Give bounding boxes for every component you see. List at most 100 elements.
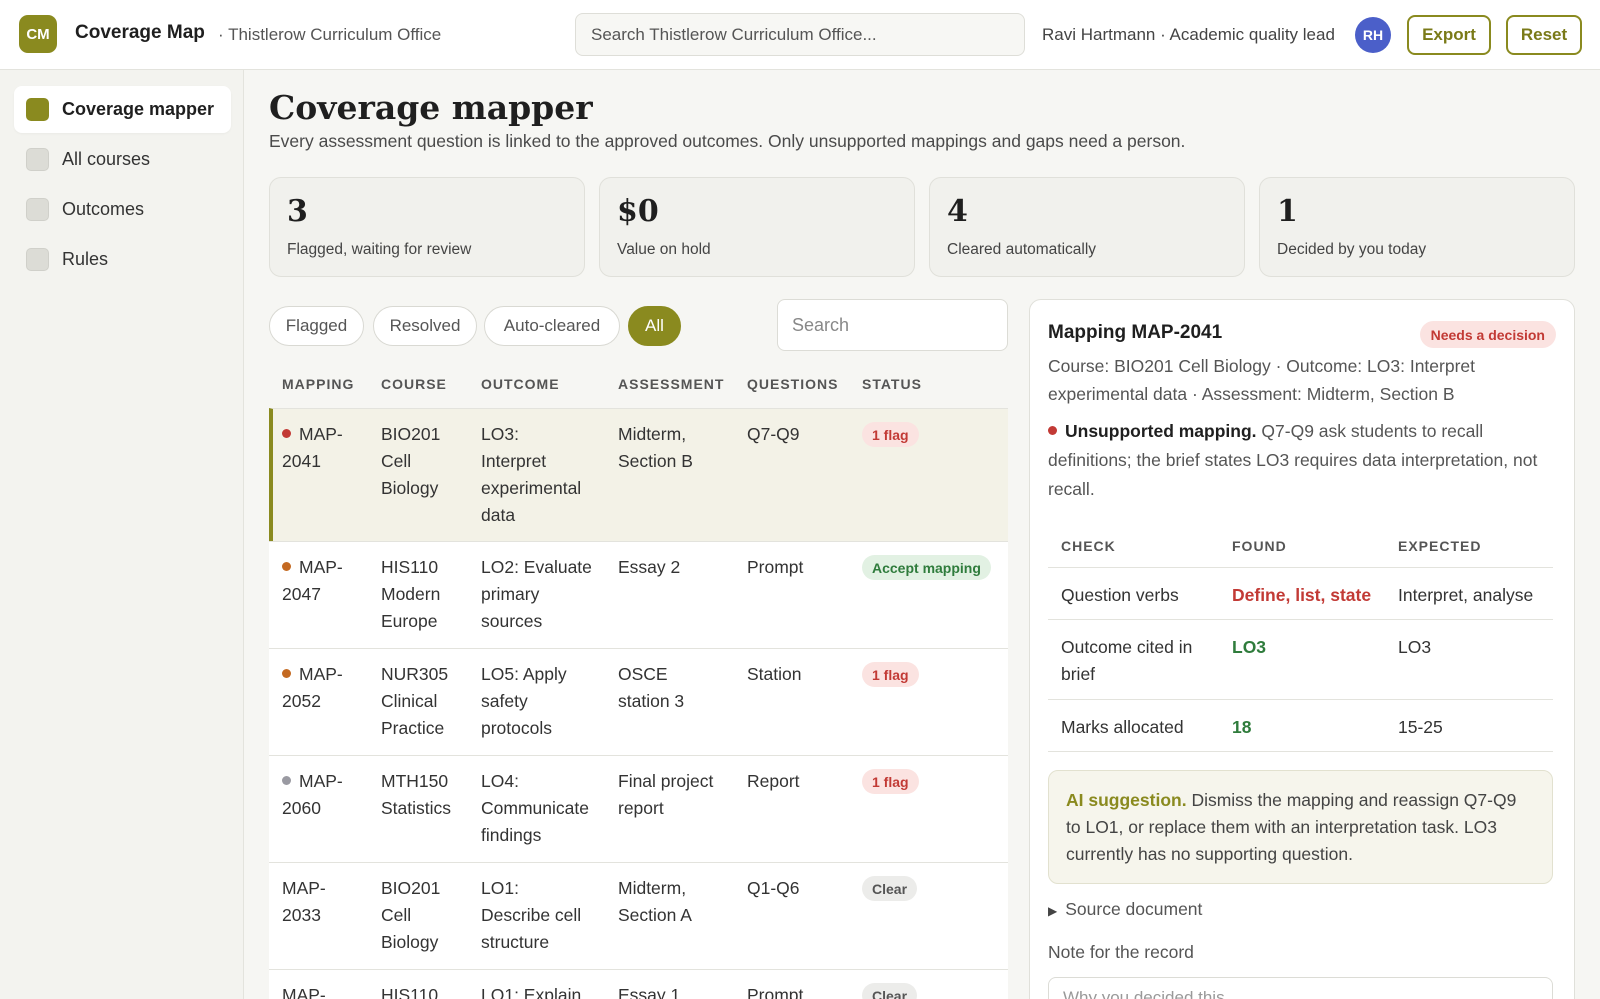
outcome-cell-text: LO4: Communicate findings — [481, 771, 589, 845]
mapping-id-text: MAP- — [282, 985, 326, 999]
sidebar-item-all-courses[interactable]: All courses — [14, 136, 231, 183]
check-expected: Interpret, analyse — [1398, 585, 1534, 605]
alert-dot-icon — [1048, 426, 1057, 435]
assessment-cell-text: OSCE station 3 — [618, 664, 685, 711]
column-header-status[interactable]: STATUS — [862, 376, 922, 392]
check-name: Outcome cited in brief — [1061, 637, 1193, 684]
column-header-course[interactable]: COURSE — [381, 376, 447, 392]
sidebar-item-rules[interactable]: Rules — [14, 236, 231, 283]
stat-label: Decided by you today — [1277, 241, 1427, 258]
ai-suggestion-label: AI suggestion. — [1066, 790, 1187, 810]
note-label: Note for the record — [1048, 942, 1194, 962]
questions-cell: Q7-Q9 — [747, 421, 847, 448]
questions-cell: Station — [747, 661, 847, 688]
avatar[interactable]: RH — [1355, 17, 1391, 53]
stat-label: Cleared automatically — [947, 241, 1097, 258]
stat-label: Value on hold — [617, 241, 711, 258]
outcome-cell: LO1: Describe cell structure — [481, 875, 611, 956]
outcome-cell-text: LO1: Describe cell structure — [481, 878, 582, 952]
status-dot-icon — [282, 429, 291, 438]
filter-all[interactable]: All — [628, 306, 681, 346]
check-expected: LO3 — [1398, 637, 1432, 657]
questions-cell-text: Station — [747, 664, 802, 684]
status-badge: Clear — [862, 983, 918, 999]
outcome-cell-text: LO5: Apply safety protocols — [481, 664, 567, 738]
sidebar-item-label: Coverage mapper — [62, 99, 215, 119]
reset-button[interactable]: Reset — [1506, 15, 1582, 55]
global-search-input[interactable]: Search Thistlerow Curriculum Office... — [575, 13, 1025, 56]
assessment-cell-text: Essay 1 — [618, 985, 681, 999]
column-header-assessment[interactable]: ASSESSMENT — [618, 376, 724, 392]
stat-value: $0 — [617, 194, 659, 229]
questions-cell: Report — [747, 768, 847, 795]
table-row[interactable]: MAP- 2052 NUR305 Clinical Practice LO5: Ap… — [269, 648, 1008, 755]
status-badge: Needs a decision — [1419, 321, 1556, 348]
questions-cell-text: Report — [747, 771, 800, 791]
sidebar: Coverage mapper All courses Outcomes Rul… — [0, 70, 244, 999]
check-name: Question verbs — [1061, 585, 1179, 605]
assessment-cell-text: Midterm, Section B — [618, 424, 693, 471]
assessment-cell: OSCE station 3 — [618, 661, 742, 715]
filter-resolved[interactable]: Resolved — [373, 306, 477, 346]
mapping-detail-panel: Mapping MAP-2041 Needs a decision Course… — [1029, 299, 1575, 999]
course-cell-text: NUR305 Clinical Practice — [381, 664, 449, 738]
stat-card-value-on-hold: $0 Value on hold — [599, 177, 915, 277]
check-name: Marks allocated — [1061, 717, 1184, 737]
questions-cell-text: Q7-Q9 — [747, 424, 800, 444]
table-row[interactable]: MAP- HIS110 LO1: Explain Essay 1 Prompt Clear — [269, 969, 1008, 999]
column-header-questions[interactable]: QUESTIONS — [747, 376, 838, 392]
check-row: Marks allocated 18 15-25 — [1048, 699, 1553, 752]
outcome-cell: LO1: Explain — [481, 982, 611, 999]
stat-value: 1 — [1277, 194, 1298, 229]
note-field[interactable]: Why you decided this — [1048, 977, 1553, 999]
assessment-cell-text: Midterm, Section A — [618, 878, 692, 925]
sidebar-item-coverage-mapper[interactable]: Coverage mapper — [14, 86, 231, 133]
course-cell-text: BIO201 Cell Biology — [381, 878, 441, 952]
sidebar-item-label: Outcomes — [62, 199, 145, 219]
status-dot-icon — [282, 669, 291, 678]
status-badge: 1 flag — [862, 769, 919, 794]
outcome-cell: LO5: Apply safety protocols — [481, 661, 611, 742]
finding-summary: Unsupported mapping. Q7-Q9 ask students … — [1048, 417, 1553, 504]
mapping-id-text: MAP- 2033 — [282, 878, 326, 925]
filter-flagged[interactable]: Flagged — [269, 306, 364, 346]
course-cell-text: MTH150 Statistics — [381, 771, 452, 818]
checks-header-found: FOUND — [1232, 538, 1287, 554]
questions-cell: Q1-Q6 — [747, 875, 847, 902]
checks-header-check: CHECK — [1061, 538, 1116, 554]
finding-label: Unsupported mapping. — [1065, 421, 1257, 441]
check-found: Define, list, state — [1232, 585, 1372, 605]
export-button[interactable]: Export — [1407, 15, 1491, 55]
sidebar-item-outcomes[interactable]: Outcomes — [14, 186, 231, 233]
column-header-outcome[interactable]: OUTCOME — [481, 376, 560, 392]
all-courses-icon — [26, 148, 49, 171]
questions-cell: Prompt — [747, 554, 847, 581]
app-logo: CM — [19, 15, 57, 53]
check-found: LO3 — [1232, 637, 1267, 657]
questions-cell: Prompt — [747, 982, 847, 999]
table-row[interactable]: MAP- 2047 HIS110 Modern Europe LO2: Evalua… — [269, 541, 1008, 648]
stat-value: 3 — [287, 194, 308, 229]
status-badge: 1 flag — [862, 662, 919, 687]
table-row[interactable]: MAP- 2060 MTH150 Statistics LO4: Communica… — [269, 755, 1008, 862]
mapping-id: MAP- 2060 — [282, 768, 374, 822]
course-cell: NUR305 Clinical Practice — [381, 661, 473, 742]
stat-card-decided-today: 1 Decided by you today — [1259, 177, 1575, 277]
check-found: 18 — [1232, 717, 1252, 737]
mapping-id-text: MAP- 2041 — [282, 424, 343, 471]
filter-auto-cleared[interactable]: Auto-cleared — [484, 306, 620, 346]
assessment-cell: Essay 2 — [618, 554, 742, 581]
outcome-cell: LO3: Interpret experimental data — [481, 421, 611, 529]
column-header-mapping[interactable]: MAPPING — [282, 376, 354, 392]
source-document-toggle[interactable]: ▶ Source document — [1048, 899, 1202, 920]
list-search-input[interactable]: Search — [777, 299, 1008, 351]
table-row[interactable]: MAP- 2033 BIO201 Cell Biology LO1: Describ… — [269, 862, 1008, 969]
top-bar: CM Coverage Map · Thistlerow Curriculum … — [0, 0, 1600, 70]
user-name: Ravi Hartmann · Academic quality lead — [1042, 25, 1335, 44]
outcome-cell-text: LO1: Explain — [481, 985, 582, 999]
check-row: Outcome cited in brief LO3 LO3 — [1048, 619, 1553, 699]
table-row[interactable]: MAP- 2041 BIO201 Cell Biology LO3: Interpr… — [269, 408, 1008, 541]
page-subtitle: Every assessment question is linked to t… — [269, 131, 1186, 151]
course-cell-text: BIO201 Cell Biology — [381, 424, 441, 498]
sidebar-item-label: All courses — [62, 149, 151, 169]
